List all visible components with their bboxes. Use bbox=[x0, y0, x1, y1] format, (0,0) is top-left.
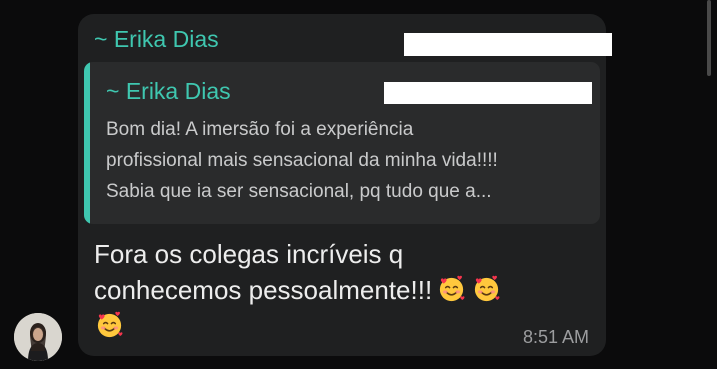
message-text-line-2: conhecemos pessoalmente!!! bbox=[94, 272, 594, 308]
smiling-face-with-hearts-icon bbox=[471, 273, 502, 304]
quoted-sender-name: ~ Erika Dias bbox=[106, 78, 231, 104]
smiling-face-with-hearts-icon bbox=[436, 273, 467, 304]
scrollbar[interactable] bbox=[707, 0, 711, 76]
quoted-message[interactable]: ~ Erika Dias Bom dia! A imersão foi a ex… bbox=[84, 62, 600, 224]
sender-header: ~ Erika Dias bbox=[94, 24, 612, 56]
quoted-text: Bom dia! A imersão foi a experiência pro… bbox=[106, 114, 596, 207]
message-bubble[interactable]: ~ Erika Dias ~ Erika Dias Bom dia! A ime… bbox=[78, 14, 612, 356]
quote-accent-bar bbox=[84, 62, 90, 224]
quoted-text-line: Bom dia! A imersão foi a experiência bbox=[106, 119, 414, 140]
quoted-text-line: profissional mais sensacional da minha v… bbox=[106, 150, 498, 171]
sender-avatar[interactable] bbox=[14, 313, 62, 361]
smiling-face-with-hearts-icon bbox=[94, 309, 125, 340]
avatar-photo bbox=[14, 313, 62, 361]
quoted-text-line: Sabia que ia ser sensacional, pq tudo qu… bbox=[106, 181, 492, 202]
message-text-line: conhecemos pessoalmente!!! bbox=[94, 275, 433, 305]
message-timestamp: 8:51 AM bbox=[522, 327, 589, 347]
redacted-phone-number bbox=[404, 33, 612, 56]
message-text: Fora os colegas incríveis q conhecemos p… bbox=[94, 236, 594, 344]
sender-name[interactable]: ~ Erika Dias bbox=[94, 24, 219, 54]
message-text-line: Fora os colegas incríveis q bbox=[94, 239, 404, 269]
redacted-phone-number bbox=[384, 82, 592, 104]
message-emoji-line bbox=[94, 308, 594, 344]
